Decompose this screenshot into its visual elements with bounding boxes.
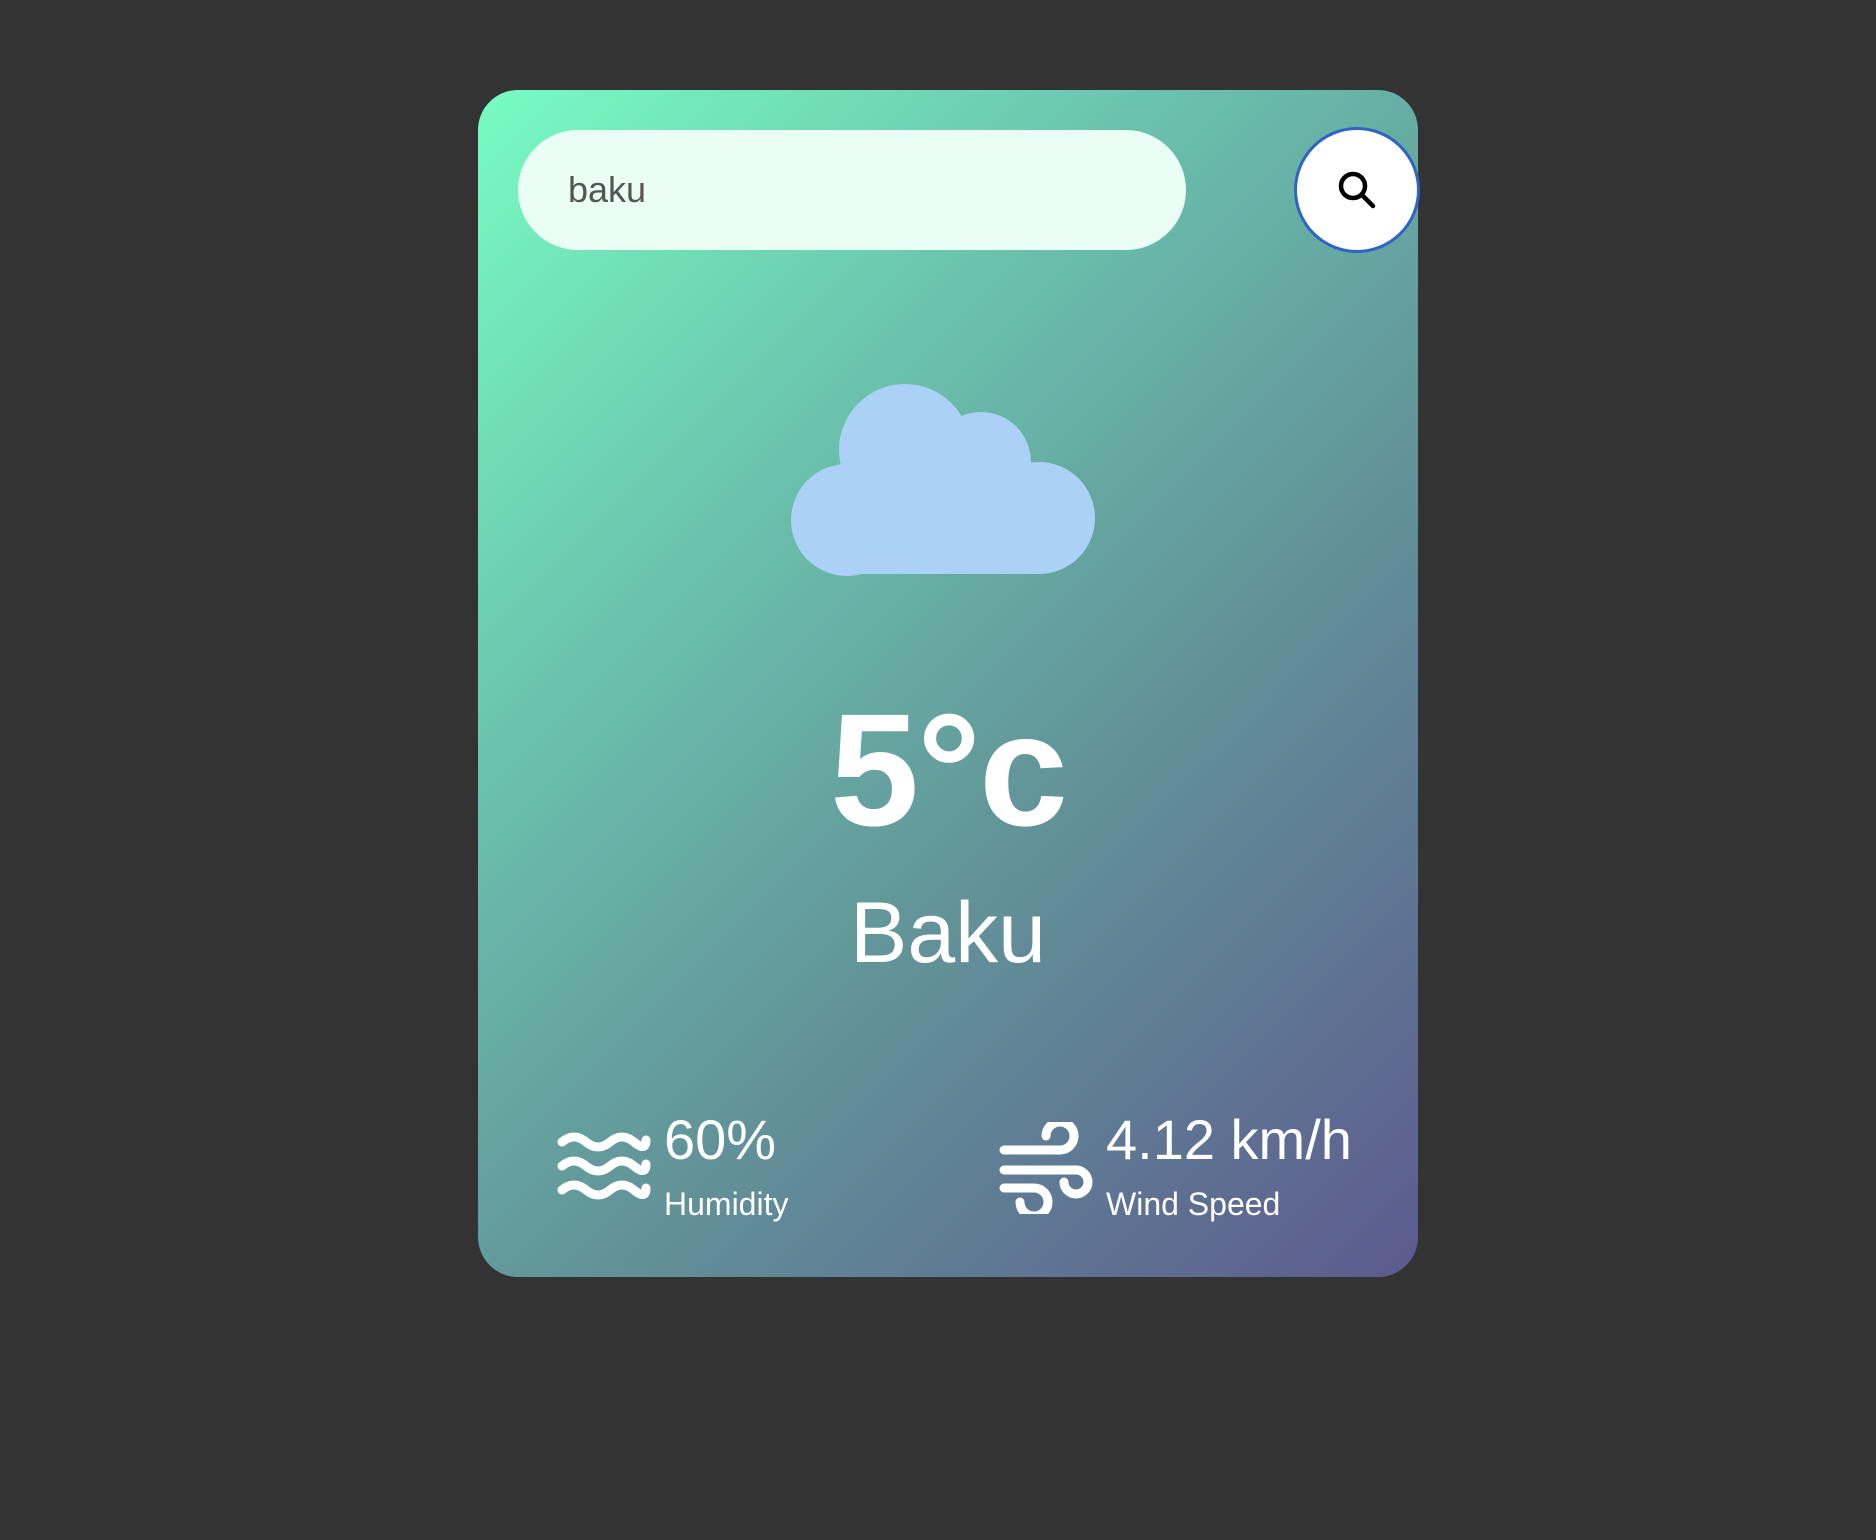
humidity-label: Humidity — [664, 1186, 789, 1222]
wind-value: 4.12 km/h — [1106, 1108, 1352, 1171]
search-button[interactable] — [1294, 127, 1420, 253]
humidity-stat: 60% Humidity — [556, 1110, 788, 1230]
city-name: Baku — [849, 885, 1047, 981]
cloud-icon — [791, 384, 1095, 576]
search-bar — [518, 127, 1420, 253]
wind-icon — [999, 1122, 1093, 1214]
wind-label: Wind Speed — [1106, 1186, 1281, 1222]
search-icon — [1338, 171, 1376, 209]
wind-stat: 4.12 km/h Wind Speed — [998, 1110, 1352, 1230]
humidity-waves-icon — [557, 1132, 651, 1200]
search-input[interactable] — [518, 130, 1186, 250]
humidity-value: 60% — [664, 1108, 777, 1171]
weather-card: 5°c Baku 60% Humidity 4.12 km/h Wind Spe… — [478, 90, 1420, 1277]
temperature: 5°c — [830, 680, 1068, 859]
